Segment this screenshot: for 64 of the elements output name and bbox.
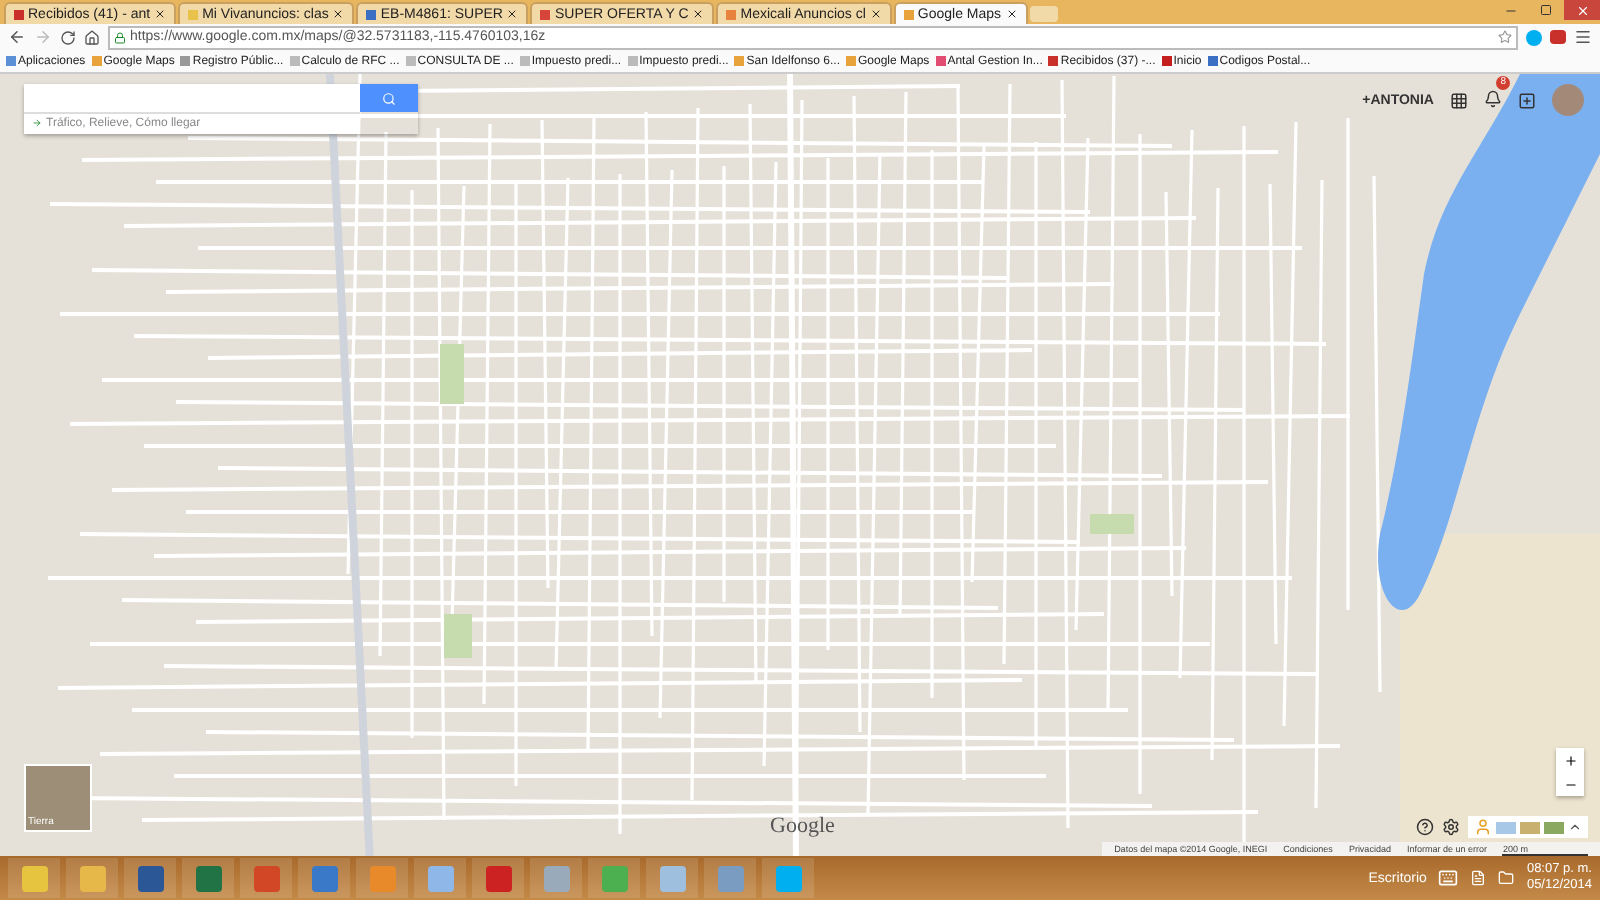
plus-icon — [1563, 753, 1577, 767]
caret-icon[interactable] — [1568, 820, 1582, 834]
close-icon[interactable] — [154, 8, 167, 20]
close-icon[interactable] — [332, 8, 345, 20]
google-logo: Google — [770, 814, 835, 838]
search-button[interactable] — [360, 84, 418, 112]
favicon-icon — [188, 9, 199, 19]
search-icon — [382, 91, 396, 105]
favicon-icon — [540, 9, 551, 19]
favicon-icon — [180, 56, 191, 66]
taskbar-button[interactable] — [66, 858, 118, 898]
favicon-icon — [519, 56, 530, 66]
menu-icon[interactable] — [1574, 28, 1592, 46]
favicon-icon — [846, 56, 856, 66]
tray-icon[interactable] — [1470, 870, 1487, 886]
forward-icon[interactable] — [34, 28, 52, 46]
favicon-icon — [405, 56, 416, 66]
close-icon[interactable] — [1005, 8, 1018, 20]
favicon-icon — [91, 56, 102, 66]
taskbar-button[interactable] — [8, 858, 60, 898]
taskbar-button[interactable] — [298, 858, 350, 898]
favicon-icon — [1207, 56, 1218, 66]
favicon-icon — [366, 9, 377, 19]
taskbar-button[interactable] — [646, 858, 698, 898]
settings-icon[interactable] — [1442, 818, 1460, 836]
apps-icon[interactable] — [1450, 91, 1468, 109]
bell-icon[interactable] — [1484, 90, 1502, 108]
favicon-icon — [627, 56, 638, 66]
taskbar-button[interactable] — [124, 858, 176, 898]
close-icon — [1575, 3, 1589, 17]
favicon-icon — [1048, 56, 1059, 66]
reload-icon[interactable] — [60, 29, 76, 45]
taskbar-button[interactable] — [240, 858, 292, 898]
taskbar-button[interactable] — [182, 858, 234, 898]
share-icon[interactable] — [1518, 91, 1536, 109]
home-icon[interactable] — [84, 29, 100, 45]
favicon-icon — [935, 56, 946, 66]
favicon-icon — [726, 9, 737, 19]
favicon-icon — [903, 9, 914, 19]
favicon-icon — [14, 9, 24, 19]
close-icon[interactable] — [692, 8, 705, 20]
zoom-out-button[interactable] — [1556, 772, 1584, 796]
favicon-icon — [734, 56, 745, 66]
close-button[interactable] — [1564, 0, 1600, 20]
pegman-icon[interactable] — [1474, 818, 1492, 836]
taskbar-button[interactable] — [414, 858, 466, 898]
taskbar-button[interactable] — [762, 858, 814, 898]
zoom-in-button[interactable] — [1556, 748, 1584, 772]
star-icon[interactable] — [1498, 30, 1512, 44]
search-field[interactable] — [24, 84, 360, 112]
directions-icon — [32, 117, 42, 127]
close-icon[interactable] — [869, 8, 882, 20]
keyboard-icon[interactable] — [1438, 868, 1459, 888]
close-icon[interactable] — [506, 8, 519, 20]
favicon-icon — [1161, 56, 1172, 66]
help-icon[interactable] — [1416, 818, 1434, 836]
maximize-icon — [1540, 4, 1552, 16]
back-icon[interactable] — [8, 28, 26, 46]
lock-icon — [114, 31, 126, 43]
taskbar-button[interactable] — [530, 858, 582, 898]
taskbar-button[interactable] — [472, 858, 524, 898]
tray-icon[interactable] — [1498, 870, 1515, 886]
favicon-icon — [289, 56, 300, 66]
favicon-icon — [6, 56, 16, 66]
